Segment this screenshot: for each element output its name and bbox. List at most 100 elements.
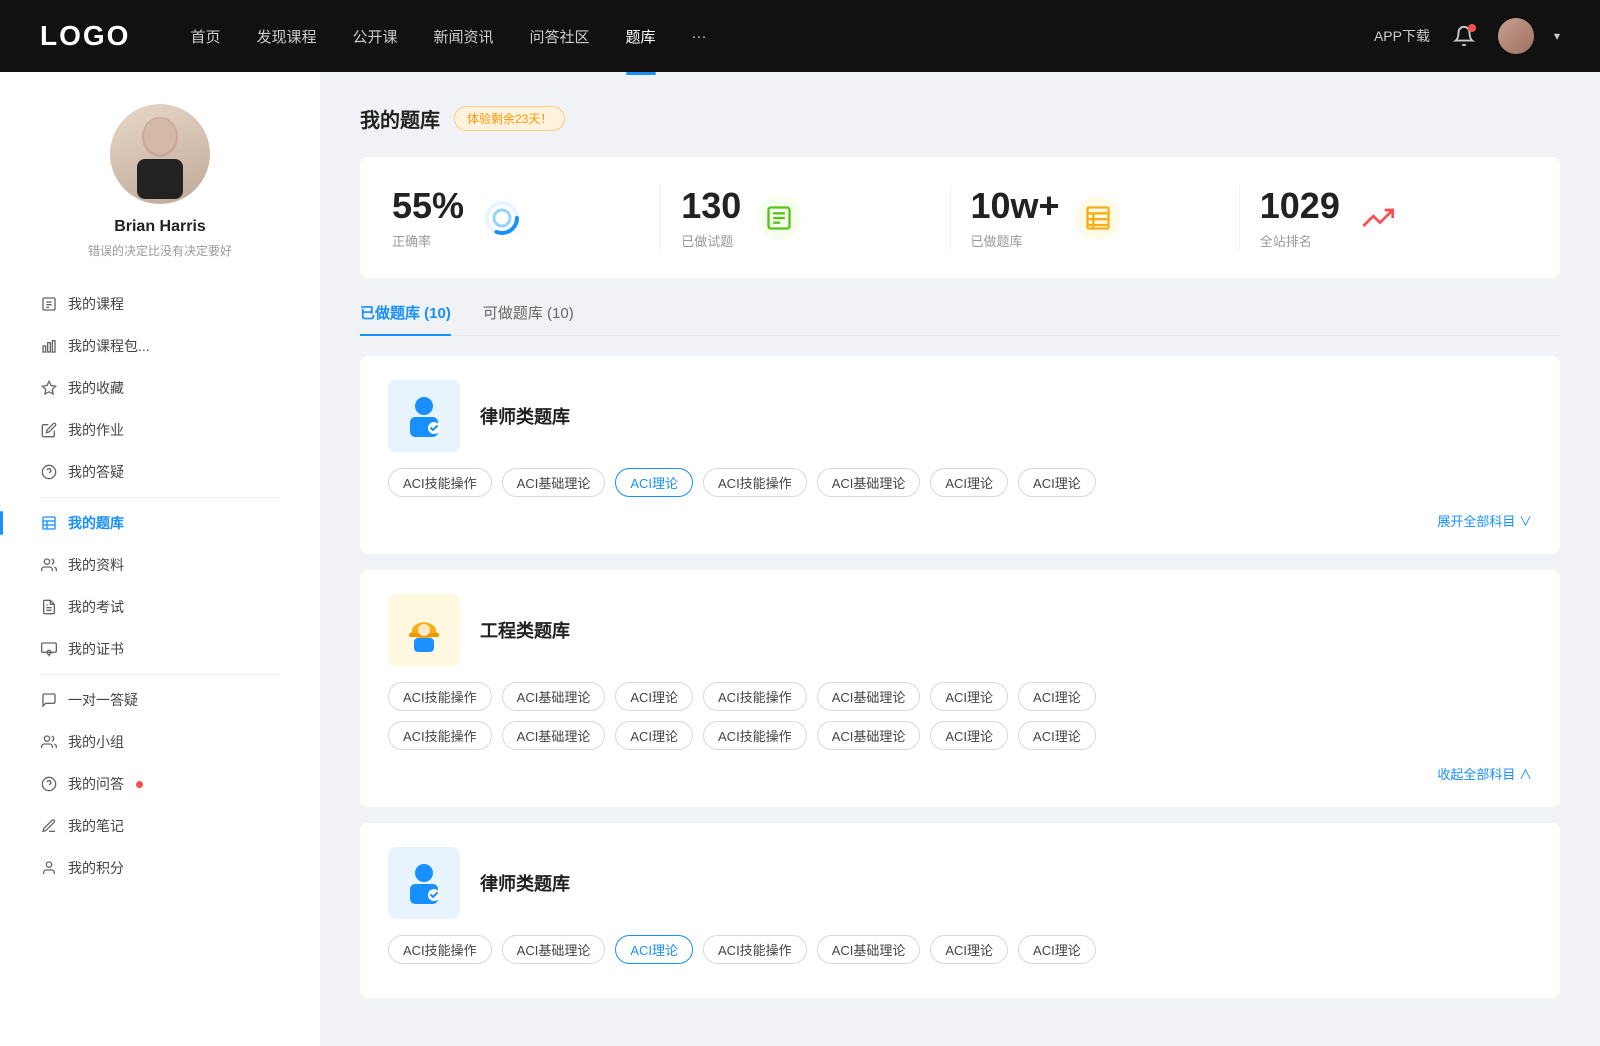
stat-done-banks-label: 已做题库	[971, 231, 1060, 250]
sidebar-item-group[interactable]: 我的小组	[24, 721, 296, 763]
tag-0-5[interactable]: ACI理论	[930, 468, 1008, 497]
sidebar-menu: 我的课程 我的课程包... 我的收藏 我的作业	[0, 283, 320, 889]
qbank-icon-engineer	[388, 594, 460, 666]
avatar-illustration	[125, 109, 195, 199]
tag-0-4[interactable]: ACI基础理论	[817, 468, 921, 497]
tag-1-1[interactable]: ACI基础理论	[502, 682, 606, 711]
stat-done-banks: 10w+ 已做题库	[951, 185, 1240, 250]
expand-link-0[interactable]: 展开全部科目 ∨	[388, 507, 1532, 530]
nav-link-home[interactable]: 首页	[190, 22, 220, 51]
sidebar-item-certificate[interactable]: 我的证书	[24, 628, 296, 670]
tab-available-banks[interactable]: 可做题库 (10)	[483, 302, 574, 335]
question-circle-icon	[40, 463, 58, 481]
stat-done-banks-value: 10w+	[971, 185, 1060, 227]
edit-icon	[40, 421, 58, 439]
sidebar-item-points[interactable]: 我的积分	[24, 847, 296, 889]
sidebar-item-favorites[interactable]: 我的收藏	[24, 367, 296, 409]
qbank-title-1: 工程类题库	[480, 617, 570, 643]
sidebar-item-homework[interactable]: 我的作业	[24, 409, 296, 451]
stat-done-questions-value: 130	[681, 185, 741, 227]
tag-1-0[interactable]: ACI技能操作	[388, 682, 492, 711]
sidebar-label-myqa: 我的问答	[68, 774, 124, 794]
trial-badge: 体验剩余23天！	[454, 106, 565, 131]
tag-2-4[interactable]: ACI基础理论	[817, 935, 921, 964]
tag-1b-5[interactable]: ACI理论	[930, 721, 1008, 750]
avatar-dropdown-arrow[interactable]: ▾	[1554, 29, 1560, 43]
avatar[interactable]	[1498, 18, 1534, 54]
question-mark-icon	[40, 775, 58, 793]
tag-2-1[interactable]: ACI基础理论	[502, 935, 606, 964]
tag-0-3[interactable]: ACI技能操作	[703, 468, 807, 497]
sidebar-label-1on1: 一对一答疑	[68, 690, 138, 710]
tag-1b-0[interactable]: ACI技能操作	[388, 721, 492, 750]
user-name: Brian Harris	[114, 218, 206, 236]
nav-link-open[interactable]: 公开课	[352, 22, 397, 51]
table-icon	[40, 514, 58, 532]
stat-accuracy: 55% 正确率	[392, 185, 661, 250]
tag-0-1[interactable]: ACI基础理论	[502, 468, 606, 497]
stat-accuracy-value: 55%	[392, 185, 464, 227]
logo: LOGO	[40, 20, 130, 52]
page-title-row: 我的题库 体验剩余23天！	[360, 104, 1560, 133]
notification-bell[interactable]	[1450, 22, 1478, 50]
nav-link-more[interactable]: ···	[692, 24, 707, 49]
tag-1b-3[interactable]: ACI技能操作	[703, 721, 807, 750]
sidebar-item-qa[interactable]: 我的答疑	[24, 451, 296, 493]
sidebar-item-coursepack[interactable]: 我的课程包...	[24, 325, 296, 367]
tag-1b-6[interactable]: ACI理论	[1018, 721, 1096, 750]
nav-link-qa[interactable]: 问答社区	[530, 22, 590, 51]
sidebar-item-qbank[interactable]: 我的题库	[24, 502, 296, 544]
stat-accuracy-text: 55% 正确率	[392, 185, 464, 250]
chat-icon	[40, 691, 58, 709]
user-group-icon	[40, 556, 58, 574]
tag-1-2[interactable]: ACI理论	[615, 682, 693, 711]
tags-row-0: ACI技能操作 ACI基础理论 ACI理论 ACI技能操作 ACI基础理论 AC…	[388, 468, 1532, 497]
sidebar: Brian Harris 错误的决定比没有决定要好 我的课程 我的课程包... …	[0, 72, 320, 1046]
pencil-icon	[40, 817, 58, 835]
sidebar-item-myqa[interactable]: 我的问答	[24, 763, 296, 805]
sidebar-item-exam[interactable]: 我的考试	[24, 586, 296, 628]
tag-1b-4[interactable]: ACI基础理论	[817, 721, 921, 750]
tag-2-3[interactable]: ACI技能操作	[703, 935, 807, 964]
collapse-link-1[interactable]: 收起全部科目 ∧	[388, 760, 1532, 783]
tag-2-0[interactable]: ACI技能操作	[388, 935, 492, 964]
sidebar-item-profile[interactable]: 我的资料	[24, 544, 296, 586]
lawyer-svg-2	[400, 859, 448, 907]
list-icon	[757, 196, 801, 240]
qbank-icon-lawyer-2	[388, 847, 460, 919]
tag-2-6[interactable]: ACI理论	[1018, 935, 1096, 964]
tag-1b-1[interactable]: ACI基础理论	[502, 721, 606, 750]
app-download-link[interactable]: APP下载	[1374, 26, 1430, 46]
tag-2-5[interactable]: ACI理论	[930, 935, 1008, 964]
sidebar-item-1on1[interactable]: 一对一答疑	[24, 679, 296, 721]
qbank-card-1: 工程类题库 ACI技能操作 ACI基础理论 ACI理论 ACI技能操作 ACI基…	[360, 570, 1560, 807]
qbank-header-2: 律师类题库	[388, 847, 1532, 919]
tag-1-5[interactable]: ACI理论	[930, 682, 1008, 711]
tags-row-1a: ACI技能操作 ACI基础理论 ACI理论 ACI技能操作 ACI基础理论 AC…	[388, 682, 1532, 711]
tags-row-2: ACI技能操作 ACI基础理论 ACI理论 ACI技能操作 ACI基础理论 AC…	[388, 935, 1532, 964]
tag-1-6[interactable]: ACI理论	[1018, 682, 1096, 711]
nav-link-discover[interactable]: 发现课程	[256, 22, 316, 51]
tag-1-3[interactable]: ACI技能操作	[703, 682, 807, 711]
sidebar-item-notes[interactable]: 我的笔记	[24, 805, 296, 847]
stat-accuracy-label: 正确率	[392, 231, 464, 250]
stat-done-banks-text: 10w+ 已做题库	[971, 185, 1060, 250]
stat-done-questions: 130 已做试题	[661, 185, 950, 250]
nav-link-qbank[interactable]: 题库	[626, 22, 656, 51]
tag-2-2[interactable]: ACI理论	[615, 935, 693, 964]
page-title: 我的题库	[360, 104, 440, 133]
tag-1b-2[interactable]: ACI理论	[615, 721, 693, 750]
tag-1-4[interactable]: ACI基础理论	[817, 682, 921, 711]
tag-0-6[interactable]: ACI理论	[1018, 468, 1096, 497]
sidebar-item-course[interactable]: 我的课程	[24, 283, 296, 325]
tag-0-0[interactable]: ACI技能操作	[388, 468, 492, 497]
sidebar-label-profile: 我的资料	[68, 555, 124, 575]
sidebar-label-qbank: 我的题库	[68, 513, 124, 533]
stat-rank-label: 全站排名	[1260, 231, 1340, 250]
stat-rank: 1029 全站排名	[1240, 185, 1528, 250]
nav-link-news[interactable]: 新闻资讯	[434, 22, 494, 51]
myqa-red-dot	[136, 781, 143, 788]
tag-0-2[interactable]: ACI理论	[615, 468, 693, 497]
sidebar-label-exam: 我的考试	[68, 597, 124, 617]
tab-done-banks[interactable]: 已做题库 (10)	[360, 302, 451, 335]
